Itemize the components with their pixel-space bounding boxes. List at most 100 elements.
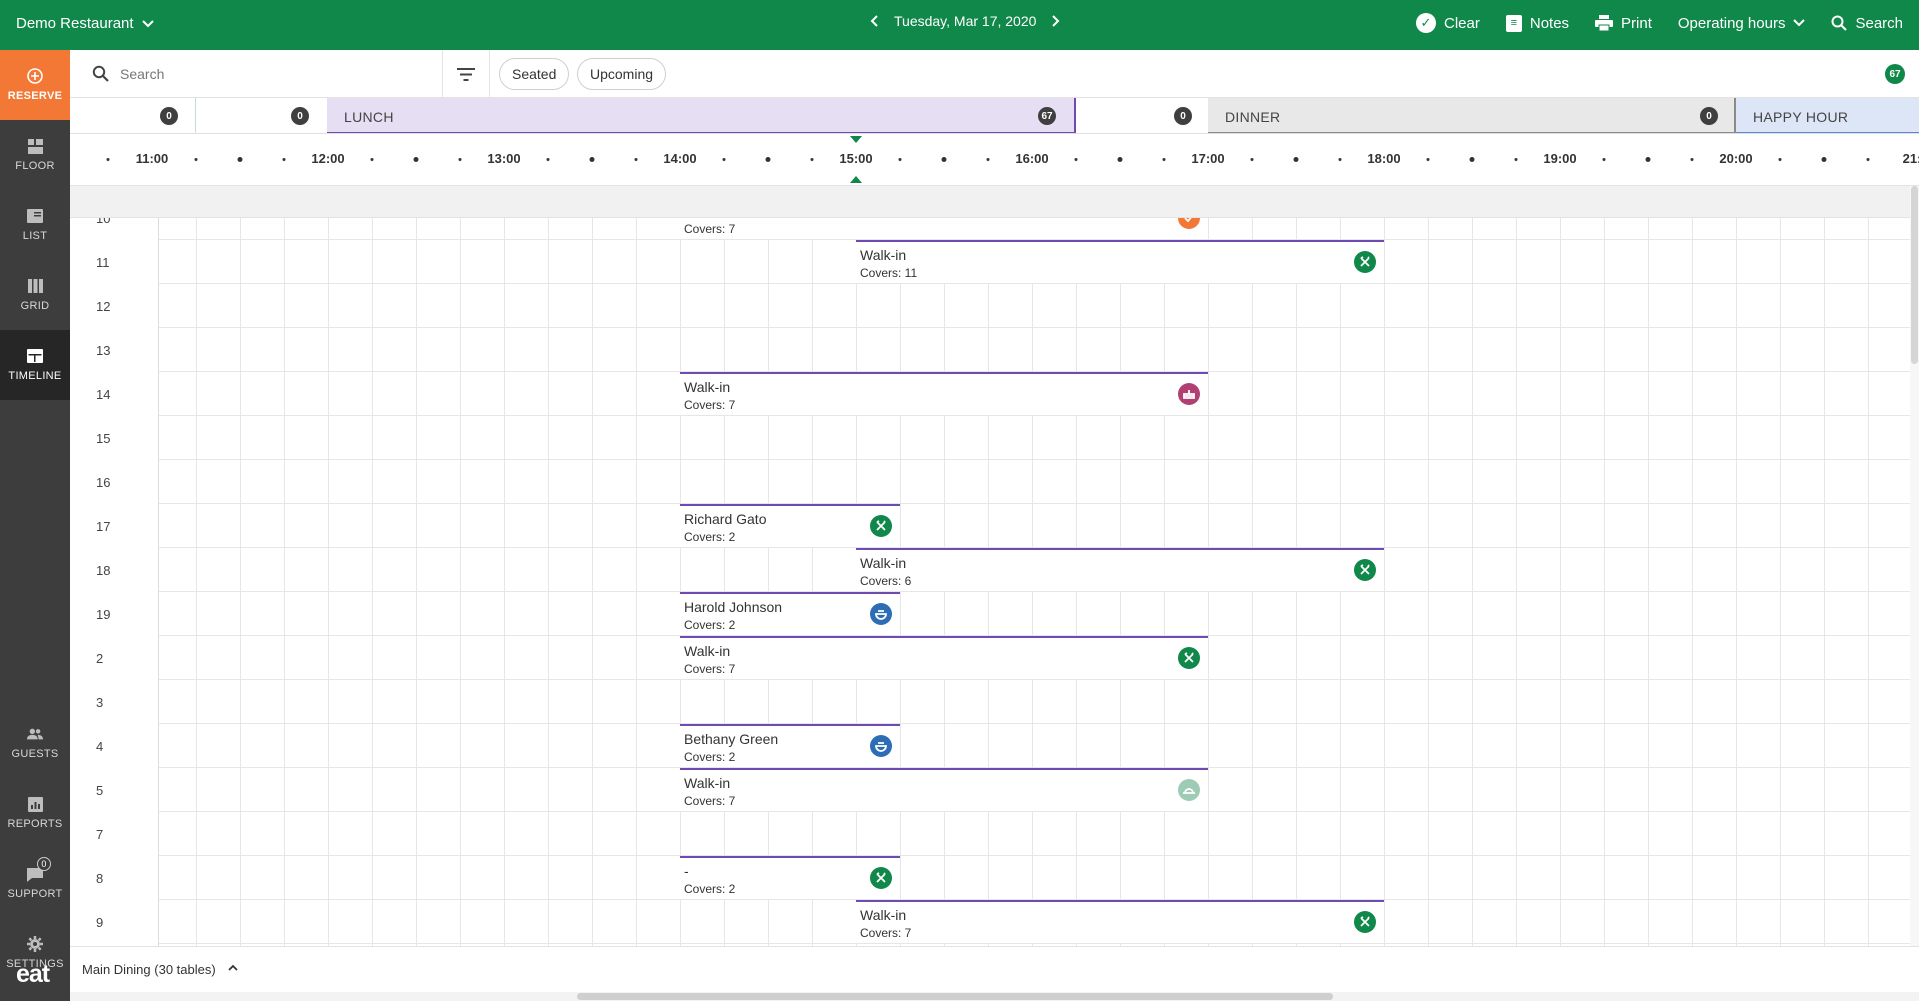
reservation-covers: Covers: 7	[684, 662, 736, 676]
table-label[interactable]: 3	[70, 680, 159, 724]
table-label[interactable]: 12	[70, 284, 159, 328]
print-button[interactable]: Print	[1595, 15, 1652, 32]
search-filter-bar: Seated Upcoming 67	[70, 50, 1919, 98]
quarter-tick	[458, 158, 462, 161]
shift-dinner[interactable]: DINNER 0	[1208, 98, 1736, 133]
search-button[interactable]: Search	[1831, 15, 1903, 32]
quarter-gridline	[416, 218, 417, 946]
table-label[interactable]: 7	[70, 812, 159, 856]
check-circle-icon: ✓	[1416, 13, 1436, 33]
print-icon	[1595, 15, 1614, 31]
reservation-block[interactable]: Harold Johnson Covers: 2	[680, 592, 900, 635]
sidebar-item-guests[interactable]: GUESTS	[0, 708, 70, 778]
vertical-scrollbar[interactable]	[1910, 186, 1919, 946]
table-label[interactable]: 18	[70, 548, 159, 592]
reservation-block[interactable]: Walk-in Covers: 6	[856, 548, 1384, 591]
sidebar-item-reports[interactable]: REPORTS	[0, 778, 70, 848]
reservation-guest-name: Walk-in	[684, 379, 731, 395]
hour-tick-label: 12:00	[311, 151, 345, 166]
table-label[interactable]: 17	[70, 504, 159, 548]
upcoming-filter-pill[interactable]: Upcoming	[577, 58, 667, 90]
hour-tick-label: 19:00	[1543, 151, 1577, 166]
reservation-guest-name: Walk-in	[684, 775, 731, 791]
total-count-badge: 67	[1885, 64, 1905, 84]
quarter-gridline	[1384, 218, 1385, 946]
shift-segment[interactable]: 0	[1076, 98, 1208, 133]
gear-icon	[27, 936, 43, 952]
table-label[interactable]: 16	[70, 460, 159, 504]
table-label[interactable]: 11	[70, 240, 159, 284]
sidebar-item-grid[interactable]: GRID	[0, 260, 70, 330]
table-label[interactable]: 4	[70, 724, 159, 768]
main-course-icon	[870, 603, 892, 625]
shift-happy-hour[interactable]: HAPPY HOUR	[1736, 98, 1919, 133]
sidebar-item-reserve[interactable]: RESERVE	[0, 50, 70, 120]
table-label[interactable]: 8	[70, 856, 159, 900]
sidebar-item-timeline[interactable]: TIMELINE	[0, 330, 70, 400]
quarter-gridline	[372, 218, 373, 946]
table-label[interactable]: 19	[70, 592, 159, 636]
vertical-scroll-thumb[interactable]	[1911, 186, 1918, 364]
operating-hours-dropdown[interactable]: Operating hours	[1678, 15, 1806, 32]
quarter-gridline	[636, 218, 637, 946]
sidebar-item-list[interactable]: LIST	[0, 190, 70, 260]
reservation-covers: Covers: 6	[860, 574, 912, 588]
quarter-gridline	[196, 218, 197, 946]
shift-segment[interactable]: 0	[196, 98, 326, 133]
timeline-icon	[27, 348, 43, 364]
notes-icon: ≡	[1505, 14, 1522, 32]
quarter-tick	[810, 158, 814, 161]
table-label[interactable]: 13	[70, 328, 159, 372]
search-input[interactable]	[120, 62, 420, 86]
reservation-guest-name: Harold Johnson	[684, 599, 783, 615]
print-label: Print	[1621, 14, 1652, 32]
sidebar-item-floor[interactable]: FLOOR	[0, 120, 70, 190]
sidebar-item-support[interactable]: 0 SUPPORT	[0, 848, 70, 918]
notes-button[interactable]: ≡ Notes	[1505, 14, 1569, 32]
quarter-tick	[413, 157, 419, 162]
restaurant-selector[interactable]: Demo Restaurant	[16, 15, 154, 32]
reservation-block[interactable]: Bethany Green Covers: 2	[680, 724, 900, 767]
reservation-block[interactable]: Walk-in Covers: 7	[680, 768, 1208, 811]
current-date[interactable]: Tuesday, Mar 17, 2020	[894, 13, 1036, 29]
quarter-gridline	[328, 218, 329, 946]
quarter-tick	[546, 158, 550, 161]
timeline-view: 10 11 12 13 14 15 16 17 18 19 2 3 4 5 7 8 9 Covers: 7 Wal…	[70, 218, 1910, 946]
reservation-block[interactable]: Richard Gato Covers: 2	[680, 504, 900, 547]
table-label[interactable]: 15	[70, 416, 159, 460]
filter-button[interactable]	[442, 50, 490, 98]
room-selector[interactable]: Main Dining (30 tables)	[82, 962, 238, 977]
seated-icon	[1354, 559, 1376, 581]
sidebar-label: RESERVE	[7, 90, 63, 102]
search-icon	[92, 65, 109, 82]
table-label[interactable]: 10	[70, 218, 159, 240]
filter-icon	[457, 67, 475, 81]
dessert-icon	[1178, 383, 1200, 405]
quarter-gridline	[1604, 218, 1605, 946]
chevron-down-icon	[141, 19, 154, 27]
horizontal-scrollbar[interactable]	[70, 992, 1919, 1001]
next-day-icon[interactable]	[1050, 14, 1060, 28]
seated-icon	[1178, 647, 1200, 669]
seated-filter-pill[interactable]: Seated	[499, 58, 570, 90]
table-label[interactable]: 2	[70, 636, 159, 680]
reservation-block[interactable]: Walk-in Covers: 7	[680, 636, 1208, 679]
search-icon	[1831, 15, 1848, 31]
previous-day-icon[interactable]	[870, 14, 880, 28]
reservation-block[interactable]: Walk-in Covers: 7	[856, 900, 1384, 943]
reservation-block[interactable]: Covers: 7	[680, 218, 1208, 239]
table-label[interactable]: 9	[70, 900, 159, 944]
reservation-block[interactable]: - Covers: 2	[680, 856, 900, 899]
seated-icon	[1354, 911, 1376, 933]
hour-tick-label: 20:00	[1719, 151, 1753, 166]
table-label[interactable]: 14	[70, 372, 159, 416]
shift-lunch[interactable]: LUNCH 67	[327, 98, 1076, 133]
shift-segment[interactable]: 0	[70, 98, 196, 133]
table-label[interactable]: 5	[70, 768, 159, 812]
quarter-tick	[722, 158, 726, 161]
reservation-block[interactable]: Walk-in Covers: 7	[680, 372, 1208, 415]
reservation-block[interactable]: Walk-in Covers: 11	[856, 240, 1384, 283]
clear-button[interactable]: ✓ Clear	[1416, 13, 1480, 33]
hour-tick-label: 17:00	[1191, 151, 1225, 166]
horizontal-scroll-thumb[interactable]	[577, 993, 1333, 1000]
